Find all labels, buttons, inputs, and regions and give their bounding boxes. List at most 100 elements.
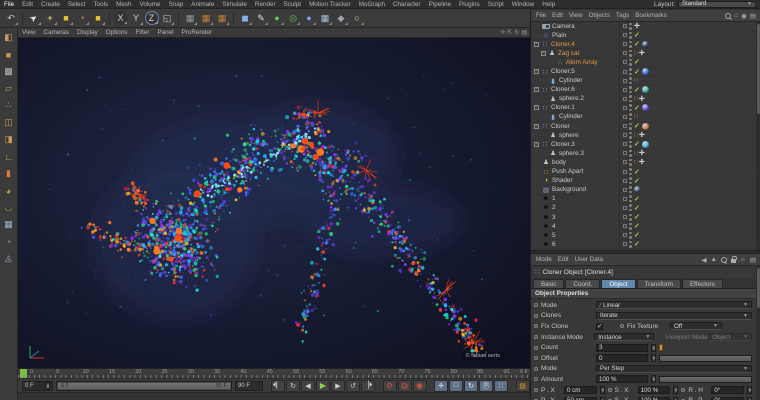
- object-row[interactable]: ■5✓: [531, 231, 760, 240]
- enable-check-icon[interactable]: ✓: [634, 122, 640, 130]
- edges-mode-icon[interactable]: ◫: [1, 115, 16, 130]
- selection-tag-icon[interactable]: ∷: [634, 95, 637, 102]
- count-stepper[interactable]: [651, 344, 656, 352]
- keyframe-box[interactable]: [659, 344, 663, 351]
- viewport-menu-panel[interactable]: Panel: [153, 29, 177, 36]
- preview-range-slider[interactable]: 0 F 90 F: [56, 381, 232, 391]
- object-row[interactable]: ♟sphere∷✛: [531, 131, 760, 140]
- material-tag-icon[interactable]: [642, 104, 649, 111]
- visibility-dots-icon[interactable]: [629, 232, 632, 239]
- key-rotation-button[interactable]: ↻: [464, 380, 478, 392]
- am-back-icon[interactable]: ◀: [701, 256, 706, 264]
- visibility-dots-icon[interactable]: [629, 86, 632, 93]
- deformers-icon[interactable]: ●: [302, 11, 317, 26]
- layer-box-icon[interactable]: [623, 33, 627, 37]
- selection-tag-icon[interactable]: ∷: [634, 159, 637, 166]
- step-mode-select[interactable]: Per Step ▼: [596, 365, 752, 373]
- object-manager-scrollbar[interactable]: [756, 22, 760, 250]
- object-row[interactable]: ■6✓: [531, 240, 760, 249]
- object-row[interactable]: -∷Cloner.6✓: [531, 86, 760, 95]
- layer-box-icon[interactable]: [623, 170, 627, 174]
- visibility-dots-icon[interactable]: [629, 77, 632, 84]
- am-menu-mode[interactable]: Mode: [533, 256, 555, 263]
- visibility-dots-icon[interactable]: [629, 177, 632, 184]
- visibility-dots-icon[interactable]: [629, 223, 632, 230]
- layer-box-icon[interactable]: [623, 151, 627, 155]
- tree-expander-icon[interactable]: -: [534, 142, 539, 147]
- object-row[interactable]: -∷Cloner✓: [531, 122, 760, 131]
- tab-coord[interactable]: Coord.: [565, 279, 600, 288]
- selection-tag-icon[interactable]: ∷: [634, 50, 637, 57]
- grid-snap-icon[interactable]: ▦: [1, 217, 16, 232]
- vp-toggle-icon[interactable]: ▤: [521, 29, 527, 36]
- r-stepper[interactable]: [747, 397, 752, 400]
- menu-render[interactable]: Render: [251, 1, 280, 8]
- p-field[interactable]: 0 cm: [564, 386, 597, 394]
- visibility-dots-icon[interactable]: [629, 23, 632, 30]
- lock-workplane-icon[interactable]: ◬: [1, 251, 16, 266]
- visibility-dots-icon[interactable]: [629, 159, 632, 166]
- instance-mode-select[interactable]: Instance ▼: [594, 333, 654, 341]
- layer-box-icon[interactable]: [623, 206, 627, 210]
- enable-check-icon[interactable]: ✓: [634, 31, 640, 39]
- object-row[interactable]: ▮Cylinder∷: [531, 77, 760, 86]
- r-field[interactable]: 0°: [711, 397, 744, 400]
- menu-mesh[interactable]: Mesh: [112, 1, 135, 8]
- menu-edit[interactable]: Edit: [18, 1, 37, 8]
- layer-box-icon[interactable]: [623, 106, 627, 110]
- anim-dot-icon[interactable]: [534, 388, 538, 392]
- viewport-menu-cameras[interactable]: Cameras: [40, 29, 74, 36]
- visibility-dots-icon[interactable]: [629, 141, 632, 148]
- layer-box-icon[interactable]: [623, 97, 627, 101]
- goto-start-button[interactable]: ⏴▏: [271, 380, 285, 392]
- object-row[interactable]: ■4✓: [531, 222, 760, 231]
- visibility-dots-icon[interactable]: [629, 123, 632, 130]
- menu-file[interactable]: File: [0, 1, 18, 8]
- play-reverse-button[interactable]: ↺: [346, 380, 360, 392]
- visibility-dots-icon[interactable]: [629, 132, 632, 139]
- object-row[interactable]: ♟sphere.2∷✛: [531, 95, 760, 104]
- tree-expander-icon[interactable]: -: [534, 87, 539, 92]
- mode-select[interactable]: ∕ Linear ▼: [596, 301, 752, 309]
- om-panel-icon[interactable]: ▤: [750, 12, 756, 20]
- anim-dot-icon[interactable]: [620, 324, 624, 328]
- offset-slider[interactable]: [659, 355, 752, 362]
- menu-select[interactable]: Select: [64, 1, 90, 8]
- record-keyframe-button[interactable]: ⊘: [383, 380, 397, 392]
- om-menu-file[interactable]: File: [533, 12, 549, 19]
- viewport-menu-filter[interactable]: Filter: [131, 29, 153, 36]
- anim-dot-icon[interactable]: [534, 346, 538, 350]
- tree-expander-icon[interactable]: -: [534, 124, 539, 129]
- viewport-menu-options[interactable]: Options: [102, 29, 132, 36]
- tab-basic[interactable]: Basic: [533, 279, 564, 288]
- anim-dot-icon[interactable]: [534, 367, 538, 371]
- enable-check-icon[interactable]: ✓: [634, 140, 640, 148]
- layer-box-icon[interactable]: [623, 179, 627, 183]
- material-tag-icon[interactable]: [642, 123, 649, 130]
- enable-check-icon[interactable]: ✓: [634, 40, 640, 48]
- object-row[interactable]: -∷Cloner.3✓: [531, 140, 760, 149]
- menu-volume[interactable]: Volume: [136, 1, 165, 8]
- visibility-dots-icon[interactable]: [629, 95, 632, 102]
- anim-dot-icon[interactable]: [534, 324, 538, 328]
- enable-check-icon[interactable]: ✓: [634, 222, 640, 230]
- menu-help[interactable]: Help: [538, 1, 559, 8]
- anim-dot-icon[interactable]: [534, 335, 538, 339]
- amount-field[interactable]: 100 %: [596, 375, 648, 383]
- anim-dot-icon[interactable]: [534, 377, 538, 381]
- key-pla-button[interactable]: ∷: [494, 380, 508, 392]
- mograph-array-icon[interactable]: ▦: [318, 11, 333, 26]
- enable-check-icon[interactable]: ✓: [634, 195, 640, 203]
- layer-box-icon[interactable]: [623, 188, 627, 192]
- s-field[interactable]: 100 %: [638, 386, 671, 394]
- menu-tools[interactable]: Tools: [89, 1, 112, 8]
- offset-field[interactable]: 0: [596, 354, 648, 362]
- generators-icon[interactable]: ◎: [286, 11, 301, 26]
- visibility-dots-icon[interactable]: [629, 195, 632, 202]
- om-menu-objects[interactable]: Objects: [586, 12, 613, 19]
- viewport-canvas[interactable]: [18, 38, 530, 368]
- object-row[interactable]: ▨Background: [531, 186, 760, 195]
- anim-dot-icon[interactable]: [534, 314, 538, 318]
- am-panel-icon[interactable]: ▤: [750, 256, 756, 264]
- paint-tool-icon[interactable]: ▮: [1, 166, 16, 181]
